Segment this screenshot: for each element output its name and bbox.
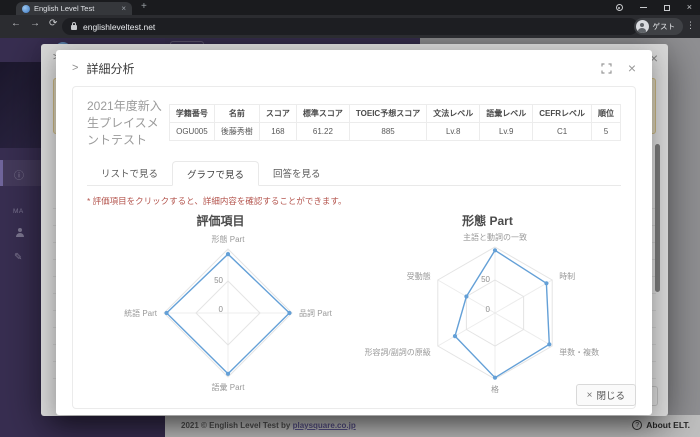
table-cell: 後藤秀樹 — [213, 122, 260, 141]
svg-text:格: 格 — [491, 384, 499, 394]
test-title: 2021年度新入生プレイスメントテスト — [87, 99, 162, 147]
svg-text:0: 0 — [219, 305, 224, 314]
minimize-icon[interactable] — [639, 7, 647, 8]
table-header-cell: 語彙レベル — [479, 104, 534, 123]
modal-header: > 詳細分析 × — [56, 50, 652, 86]
lock-icon — [71, 22, 77, 30]
view-tabs: リストで見る グラフで見る 回答を見る — [87, 161, 621, 186]
modal-close-icon[interactable]: × — [628, 61, 636, 75]
table-cell: 168 — [258, 122, 297, 141]
table-header-cell: 名前 — [213, 104, 260, 123]
score-table: 学籍番号 名前 スコア 標準スコア TOEIC予想スコア 文法レベル 語彙レベル CEFRレベ… — [168, 104, 621, 141]
browser-menu-icon[interactable]: ⋮ — [686, 21, 695, 30]
radar-chart-evaluation[interactable]: 評価項目 形態 Part 品詞 Part 語彙 Part 統語 Part 50 0 — [87, 207, 354, 402]
svg-text:受動態: 受動態 — [407, 271, 431, 281]
tab-graph-view[interactable]: グラフで見る — [172, 161, 260, 186]
tab-list-view[interactable]: リストで見る — [87, 161, 172, 185]
close-button-label: 閉じる — [596, 391, 625, 402]
svg-text:形容詞/副詞の原級: 形容詞/副詞の原級 — [365, 347, 431, 357]
chart-title: 評価項目 — [196, 214, 245, 228]
svg-text:品詞 Part: 品詞 Part — [299, 308, 333, 318]
radar-plot[interactable]: 主語と動詞の一致時制単数・複数格 形容詞/副詞の原級 受動態 50 0 — [354, 229, 636, 397]
table-header-cell: CEFRレベル — [532, 104, 592, 123]
svg-text:統語 Part: 統語 Part — [124, 308, 158, 318]
radar-plot[interactable]: 形態 Part 品詞 Part 語彙 Part 統語 Part 50 0 — [87, 229, 369, 397]
table-cell: C1 — [532, 122, 592, 141]
radar-charts: 評価項目 形態 Part 品詞 Part 語彙 Part 統語 Part 50 0 形態 … — [87, 207, 621, 402]
svg-text:0: 0 — [486, 305, 491, 314]
table-cell: OGU005 — [168, 122, 215, 141]
hint-note: * 評価項目をクリックすると、詳細内容を確認することができます。 — [87, 196, 347, 206]
url-bar[interactable]: englishleveltest.net — [62, 18, 638, 35]
window-controls: × — [615, 0, 696, 15]
table-cell: 885 — [348, 122, 428, 141]
modal-body: 2021年度新入生プレイスメントテスト 学籍番号 名前 スコア 標準スコア TOEIC予… — [56, 86, 652, 409]
modal-title: 詳細分析 — [86, 61, 135, 76]
avatar — [635, 20, 649, 33]
maximize-icon[interactable] — [663, 4, 670, 11]
close-button-icon: × — [586, 389, 593, 401]
table-header-cell: 学籍番号 — [168, 104, 215, 123]
guest-label: ゲスト — [652, 22, 676, 31]
browser-window: English Level Test × + × ← → ⟳ englishle… — [0, 0, 700, 437]
chart-title: 形態 Part — [462, 214, 513, 228]
table-cell: 5 — [591, 122, 621, 141]
record-icon[interactable] — [615, 4, 623, 11]
url-text: englishleveltest.net — [83, 21, 156, 32]
table-header-cell: TOEIC予想スコア — [348, 104, 428, 123]
table-header-cell: スコア — [258, 104, 297, 123]
fullscreen-icon[interactable] — [601, 62, 612, 74]
detail-analysis-modal: > 詳細分析 × 2021年度新入生プレイスメントテスト 学籍番号 名前 スコア 標準… — [56, 50, 652, 415]
table-header-cell: 文法レベル — [426, 104, 481, 123]
svg-text:50: 50 — [481, 275, 490, 284]
window-close-icon[interactable]: × — [687, 3, 692, 12]
modal-chevron-icon: > — [72, 62, 79, 74]
site-favicon-icon — [22, 4, 30, 13]
table-row: OGU005 後藤秀樹 168 61.22 885 Lv.8 Lv.9 C1 5 — [168, 122, 621, 141]
browser-tab[interactable]: English Level Test × — [16, 2, 132, 15]
svg-text:形態 Part: 形態 Part — [212, 234, 246, 244]
table-header-cell: 順位 — [591, 104, 621, 123]
svg-text:50: 50 — [214, 276, 223, 285]
tab-title: English Level Test — [34, 4, 95, 13]
back-icon[interactable]: ← — [11, 18, 21, 29]
svg-text:語彙 Part: 語彙 Part — [212, 382, 246, 392]
browser-tab-strip: English Level Test × + × — [0, 0, 700, 15]
close-button[interactable]: × 閉じる — [575, 384, 636, 406]
table-cell: Lv.8 — [426, 122, 481, 141]
svg-text:主語と動詞の一致: 主語と動詞の一致 — [463, 232, 527, 242]
reload-icon[interactable]: ⟳ — [49, 18, 57, 29]
svg-text:時制: 時制 — [559, 271, 575, 281]
analysis-card: 2021年度新入生プレイスメントテスト 学籍番号 名前 スコア 標準スコア TOEIC予… — [72, 86, 636, 409]
radar-chart-keitai-part[interactable]: 形態 Part 主語と動詞の一致時制単数・複数格 形容詞/副詞の原級 受動態 50 0 — [354, 207, 621, 402]
tab-answers-view[interactable]: 回答を見る — [259, 161, 335, 185]
table-cell: Lv.9 — [479, 122, 534, 141]
table-cell: 61.22 — [295, 122, 350, 141]
tab-close-icon[interactable]: × — [121, 4, 126, 13]
table-header-cell: 標準スコア — [295, 104, 350, 123]
browser-toolbar: ← → ⟳ englishleveltest.net ゲスト ⋮ — [0, 15, 700, 38]
svg-text:単数・複数: 単数・複数 — [559, 347, 599, 357]
new-tab-button[interactable]: + — [141, 1, 147, 12]
profile-button[interactable]: ゲスト — [633, 18, 683, 35]
forward-icon[interactable]: → — [30, 18, 40, 29]
